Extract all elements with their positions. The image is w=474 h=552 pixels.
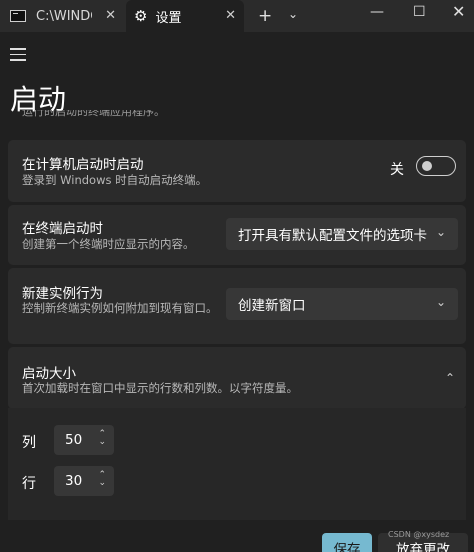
setting-description: 控制新终端实例如何附加到现有窗口。 [22, 301, 218, 315]
rows-stepper[interactable]: 30 ⌃ ⌄ [54, 466, 114, 496]
launch-size-panel: 列 50 ⌃ ⌄ 行 30 ⌃ ⌄ [8, 408, 466, 520]
setting-description: 登录到 Windows 时自动启动终端。 [22, 173, 208, 187]
spin-icon[interactable]: ⌃ ⌄ [98, 471, 106, 488]
maximize-icon[interactable]: ☐ [413, 4, 426, 20]
rows-value: 30 [65, 473, 83, 489]
clipped-description: 运行的启动的终端应用程序。 [22, 110, 165, 118]
save-button[interactable]: 保存 [322, 533, 372, 552]
dropdown-value: 创建新窗口 [238, 298, 306, 314]
tab-terminal[interactable]: C:\WINDO ✕ [0, 0, 124, 32]
launch-on-startup-toggle[interactable] [416, 156, 456, 176]
gear-icon: ⚙ [134, 7, 148, 25]
chevron-down-icon[interactable]: ⌄ [288, 7, 298, 21]
chevron-down-icon: ⌄ [435, 225, 446, 239]
close-icon[interactable]: ✕ [105, 8, 116, 23]
setting-title: 在计算机启动时启动 [22, 157, 144, 173]
close-icon[interactable]: ✕ [225, 8, 236, 23]
columns-stepper[interactable]: 50 ⌃ ⌄ [54, 425, 114, 455]
spin-icon[interactable]: ⌃ ⌄ [98, 430, 106, 447]
tab-label: 设置 [155, 10, 182, 26]
close-window-icon[interactable]: ✕ [452, 2, 465, 21]
setting-launch-on-startup: 在计算机启动时启动 登录到 Windows 时自动启动终端。 关 [8, 140, 466, 202]
terminal-icon [10, 10, 26, 22]
setting-description: 首次加载时在窗口中显示的行数和列数。以字符度量。 [22, 381, 298, 395]
plus-icon[interactable]: + [258, 6, 272, 26]
on-launch-dropdown[interactable]: 打开具有默认配置文件的选项卡 ⌄ [226, 218, 458, 250]
setting-new-instance: 新建实例行为 控制新终端实例如何附加到现有窗口。 创建新窗口 ⌄ [8, 268, 466, 344]
tab-label: C:\WINDO [36, 8, 92, 24]
menu-icon[interactable] [10, 48, 26, 65]
dropdown-value: 打开具有默认配置文件的选项卡 [238, 228, 427, 244]
setting-title: 在终端启动时 [22, 221, 103, 237]
new-instance-dropdown[interactable]: 创建新窗口 ⌄ [226, 288, 458, 320]
columns-value: 50 [65, 432, 83, 448]
setting-description: 创建第一个终端时应显示的内容。 [22, 237, 195, 251]
title-bar: C:\WINDO ✕ ⚙ 设置 ✕ + ⌄ — ☐ ✕ [0, 0, 474, 32]
columns-label: 列 [22, 435, 36, 451]
setting-title: 新建实例行为 [22, 286, 103, 302]
setting-launch-size[interactable]: 启动大小 首次加载时在窗口中显示的行数和列数。以字符度量。 ⌃ [8, 347, 466, 409]
setting-title: 启动大小 [22, 366, 76, 382]
tab-settings[interactable]: ⚙ 设置 ✕ [126, 0, 244, 32]
setting-on-launch: 在终端启动时 创建第一个终端时应显示的内容。 打开具有默认配置文件的选项卡 ⌄ [8, 205, 466, 265]
toggle-knob [422, 161, 432, 171]
minimize-icon[interactable]: — [370, 4, 384, 20]
chevron-down-icon: ⌄ [435, 295, 446, 309]
rows-label: 行 [22, 476, 36, 492]
watermark: CSDN @xysdez [388, 530, 450, 539]
toggle-state-label: 关 [390, 162, 404, 178]
chevron-up-icon[interactable]: ⌃ [445, 371, 455, 385]
